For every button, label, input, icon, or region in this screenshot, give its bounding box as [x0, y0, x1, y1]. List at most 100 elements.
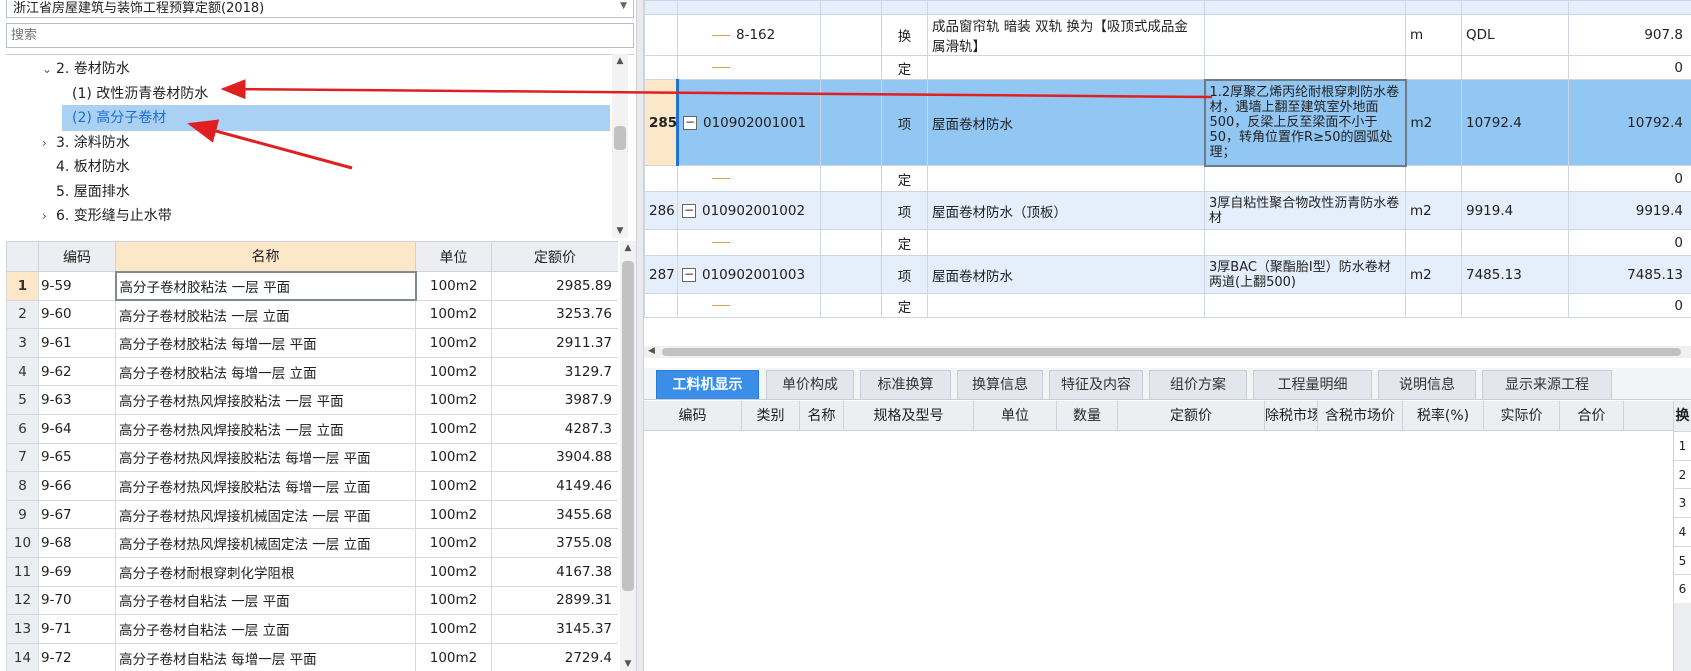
tab-4[interactable]: 换算信息 [957, 370, 1043, 399]
table-row[interactable]: 4 9-62 高分子卷材胶粘法 每增一层 立面 100m2 3129.7 [6, 356, 618, 387]
chevron-right-icon[interactable]: › [42, 130, 56, 156]
quota-name[interactable]: 高分子卷材胶粘法 每增一层 平面 [115, 328, 416, 358]
column-header-name[interactable]: 名称 [115, 241, 416, 272]
bill-code[interactable]: −010902001002 [677, 191, 821, 230]
bill-feature[interactable] [1204, 229, 1406, 256]
table-row[interactable]: 9 9-67 高分子卷材热风焊接机械固定法 一层 平面 100m2 3455.68 [6, 499, 618, 530]
quantity-expression[interactable]: QDL [1461, 14, 1569, 56]
resource-column-header[interactable]: 单位 [974, 401, 1057, 431]
chevron-down-icon[interactable]: ▼ [620, 1, 627, 11]
tab-2[interactable]: 单价构成 [766, 370, 854, 399]
tree-item[interactable]: ⌄ 2. 卷材防水 [6, 56, 610, 82]
table-row[interactable]: 6 9-64 高分子卷材热风焊接胶粘法 一层 立面 100m2 4287.3 [6, 413, 618, 444]
table-row[interactable]: 2 9-60 高分子卷材胶粘法 一层 立面 100m2 3253.76 [6, 299, 618, 330]
scroll-down-icon[interactable]: ▼ [612, 226, 628, 236]
resource-column-header[interactable]: 合价 [1560, 401, 1624, 431]
bill-code[interactable] [677, 229, 821, 256]
table-row[interactable]: 定0 [644, 229, 1691, 256]
table-row[interactable]: 11 9-69 高分子卷材耐根穿刺化学阻根 100m2 4167.38 [6, 556, 618, 587]
chevron-right-icon[interactable]: › [42, 203, 56, 229]
resource-column-header[interactable]: 实际价 [1484, 401, 1560, 431]
tab-6[interactable]: 组价方案 [1149, 370, 1247, 399]
resource-column-header[interactable]: 名称 [800, 401, 844, 431]
quota-name[interactable]: 高分子卷材热风焊接机械固定法 一层 立面 [115, 528, 416, 558]
column-header-code[interactable]: 编码 [38, 241, 116, 272]
bill-code[interactable] [677, 293, 821, 318]
table-row[interactable] [644, 0, 1691, 15]
table-row[interactable]: 8 9-66 高分子卷材热风焊接胶粘法 每增一层 立面 100m2 4149.46 [6, 471, 618, 501]
tree-scrollbar-thumb[interactable] [614, 126, 626, 150]
search-input[interactable] [6, 23, 634, 48]
bill-name[interactable] [927, 55, 1205, 80]
bill-code[interactable]: −010902001001 [677, 79, 821, 166]
table-row[interactable]: 12 9-70 高分子卷材自粘法 一层 平面 100m2 2899.31 [6, 585, 618, 616]
quota-name[interactable]: 高分子卷材热风焊接胶粘法 每增一层 平面 [115, 442, 416, 473]
table-row[interactable]: 285−010902001001 项屋面卷材防水 1.2厚聚乙烯丙纶耐根穿刺防水卷材… [644, 78, 1691, 167]
tab-5[interactable]: 特征及内容 [1049, 370, 1143, 399]
column-header-unit[interactable]: 单位 [415, 241, 492, 272]
quota-name[interactable]: 高分子卷材热风焊接胶粘法 每增一层 立面 [115, 471, 416, 501]
tree-item[interactable]: (1) 改性沥青卷材防水 [6, 81, 610, 107]
quota-library-selector[interactable]: 浙江省房屋建筑与装饰工程预算定额(2018) ▼ [6, 0, 634, 18]
table-row[interactable]: 286−010902001002 项屋面卷材防水（顶板） 3厚自粘性聚合物改性沥青防… [644, 191, 1691, 230]
resource-column-header[interactable]: 除税市场价 [1265, 401, 1318, 431]
horizontal-scrollbar-thumb[interactable] [662, 348, 1681, 356]
chevron-down-icon[interactable]: ⌄ [42, 56, 56, 82]
bill-name[interactable] [927, 0, 1205, 15]
bill-name[interactable]: 成品窗帘轨 暗装 双轨 换为【吸顶式成品金属滑轨】 [927, 14, 1205, 56]
quota-table-scrollbar-thumb[interactable] [622, 261, 634, 591]
quantity-expression[interactable] [1461, 55, 1569, 80]
table-row[interactable]: 1 9-59 高分子卷材胶粘法 一层 平面 100m2 2985.89 [6, 270, 618, 302]
table-row[interactable]: 3 9-61 高分子卷材胶粘法 每增一层 平面 100m2 2911.37 [6, 328, 618, 358]
resource-column-header[interactable]: 数量 [1057, 401, 1118, 431]
bill-name[interactable] [927, 293, 1205, 318]
quota-name[interactable]: 高分子卷材自粘法 一层 平面 [115, 585, 416, 616]
collapse-icon[interactable]: − [682, 203, 696, 218]
quota-name[interactable]: 高分子卷材自粘法 每增一层 平面 [115, 642, 416, 671]
bill-feature[interactable]: 1.2厚聚乙烯丙纶耐根穿刺防水卷材，遇墙上翻至建筑室外地面500，反梁上反至梁面… [1203, 78, 1407, 167]
tab-9[interactable]: 显示来源工程 [1482, 370, 1612, 399]
bill-feature[interactable] [1204, 293, 1406, 318]
collapse-icon[interactable]: − [682, 267, 696, 282]
scroll-up-icon[interactable]: ▲ [612, 56, 628, 66]
tab-7[interactable]: 工程量明细 [1253, 370, 1372, 399]
quota-name[interactable]: 高分子卷材胶粘法 一层 平面 [114, 270, 417, 302]
bill-name[interactable]: 屋面卷材防水 [927, 79, 1205, 166]
resource-column-header[interactable]: 含税市场价 [1318, 401, 1403, 431]
quantity-expression[interactable] [1461, 229, 1569, 256]
quantity-expression[interactable]: 7485.13 [1461, 255, 1569, 294]
bill-feature[interactable] [1204, 55, 1406, 80]
tree-item[interactable]: › 6. 变形缝与止水带 [6, 203, 610, 229]
tree-item[interactable]: › 3. 涂料防水 [6, 130, 610, 156]
tree-item[interactable]: (2) 高分子卷材 [62, 105, 610, 131]
tree-scrollbar[interactable]: ▲ ▼ [612, 54, 628, 238]
resource-column-header[interactable]: 编码 [644, 401, 742, 431]
bill-code[interactable]: −010902001003 [677, 255, 821, 294]
table-row[interactable]: 10 9-68 高分子卷材热风焊接机械固定法 一层 立面 100m2 3755.08 [6, 528, 618, 558]
quantity-expression[interactable]: 9919.4 [1461, 191, 1569, 230]
bill-name[interactable]: 屋面卷材防水（顶板） [927, 191, 1205, 230]
resource-column-header[interactable]: 规格及型号 [844, 401, 974, 431]
tab-8[interactable]: 说明信息 [1378, 370, 1476, 399]
bill-table-horizontal-scrollbar[interactable]: ◀ [644, 346, 1691, 358]
quantity-expression[interactable] [1461, 293, 1569, 318]
resource-column-header[interactable]: 定额价 [1118, 401, 1265, 431]
table-row[interactable]: 7 9-65 高分子卷材热风焊接胶粘法 每增一层 平面 100m2 3904.88 [6, 442, 618, 473]
table-row[interactable]: 8-162 换成品窗帘轨 暗装 双轨 换为【吸顶式成品金属滑轨】 m QDL 907.8 [644, 14, 1691, 56]
bill-feature[interactable] [1204, 165, 1406, 192]
bill-name[interactable] [927, 165, 1205, 192]
panel-splitter[interactable] [636, 0, 644, 671]
bill-feature[interactable]: 3厚BAC（聚酯胎I型）防水卷材两道(上翻500) [1204, 255, 1406, 294]
bill-name[interactable]: 屋面卷材防水 [927, 255, 1205, 294]
bill-code[interactable] [677, 165, 821, 192]
resource-column-header[interactable]: 税率(%) [1403, 401, 1484, 431]
table-row[interactable]: 14 9-72 高分子卷材自粘法 每增一层 平面 100m2 2729.4 [6, 642, 618, 671]
quota-table-scrollbar[interactable]: ▲ ▼ [620, 241, 636, 671]
column-header-price[interactable]: 定额价 [491, 241, 618, 272]
tab-3[interactable]: 标准换算 [860, 370, 951, 399]
resource-column-header[interactable]: 类别 [742, 401, 800, 431]
quota-name[interactable]: 高分子卷材热风焊接机械固定法 一层 平面 [115, 499, 416, 530]
bill-code[interactable] [677, 55, 821, 80]
bill-feature[interactable] [1204, 14, 1406, 56]
table-row[interactable]: 定0 [644, 165, 1691, 192]
